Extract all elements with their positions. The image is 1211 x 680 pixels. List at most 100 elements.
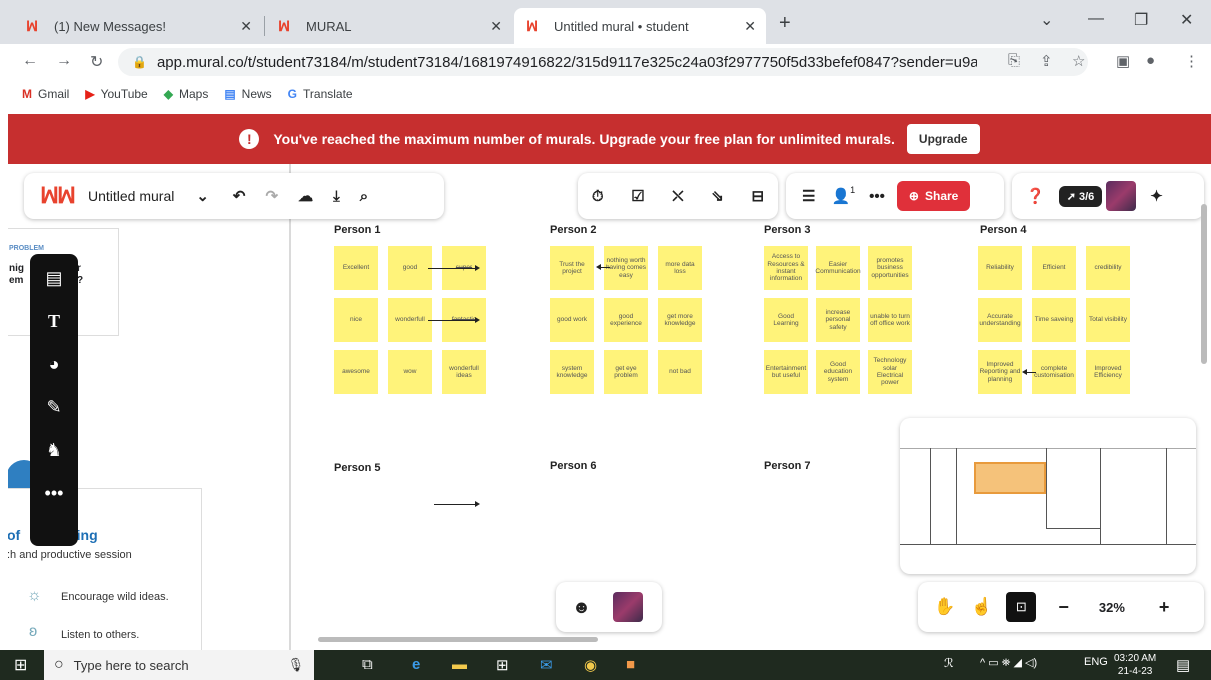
sticky-note[interactable]: credibility: [1086, 246, 1130, 290]
zoom-in-icon[interactable]: +: [1159, 597, 1170, 618]
clock[interactable]: 03:20 AM 21-4-23: [1114, 652, 1156, 678]
sticky-note[interactable]: Easier Communication: [815, 246, 861, 290]
sparkle-icon[interactable]: ✦: [1150, 187, 1163, 205]
download-icon[interactable]: ⤓: [333, 188, 340, 205]
bookmark-translate[interactable]: G Translate: [288, 87, 353, 101]
bookmark-gmail[interactable]: M Gmail: [22, 87, 69, 101]
edge-icon[interactable]: e: [412, 656, 420, 673]
vertical-scrollbar[interactable]: [1201, 204, 1207, 364]
lock-icon[interactable]: ⊟: [752, 187, 765, 205]
sticky-note[interactable]: good: [388, 246, 432, 290]
share-page-icon[interactable]: ⇪: [1040, 52, 1053, 70]
windows-start-icon[interactable]: ⊞: [14, 655, 27, 675]
mural-canvas[interactable]: PROBLEM nig em r ? oforming :h and produ…: [8, 164, 1211, 650]
sticky-note[interactable]: not bad: [658, 350, 702, 394]
sticky-note[interactable]: Total visibility: [1086, 298, 1130, 342]
sticky-note[interactable]: nice: [334, 298, 378, 342]
forward-icon[interactable]: →: [56, 52, 72, 70]
system-tray-icons[interactable]: ^ ▭ ⛯ ◢ ◁): [980, 656, 1037, 670]
more-tools-icon[interactable]: •••: [45, 483, 64, 504]
task-view-icon[interactable]: ⧉: [362, 656, 373, 673]
mail-icon[interactable]: ✉: [540, 656, 553, 674]
map-icon[interactable]: ⊡: [1006, 592, 1037, 622]
file-explorer-icon[interactable]: ▬: [452, 656, 467, 673]
chevron-down-icon[interactable]: ⌄: [196, 187, 209, 205]
sticky-note[interactable]: Efficient: [1032, 246, 1076, 290]
install-icon[interactable]: ⎘: [1008, 52, 1020, 69]
connector-arrow[interactable]: [428, 317, 480, 323]
microphone-icon[interactable]: 🎙: [287, 657, 304, 673]
app-icon[interactable]: ■: [626, 656, 635, 673]
share-button[interactable]: ⊕ Share: [896, 181, 971, 211]
members-icon[interactable]: 👤: [831, 187, 850, 205]
reload-icon[interactable]: ↻: [90, 52, 103, 72]
sticky-note[interactable]: Improved Reporting and planning: [978, 350, 1022, 394]
redo-icon[interactable]: ↷: [266, 187, 279, 205]
bookmark-maps[interactable]: ◆ Maps: [164, 87, 209, 101]
llama-icon[interactable]: ♞: [46, 440, 62, 461]
tab-mural[interactable]: ꟽ MURAL ✕: [266, 8, 512, 44]
private-mode-icon[interactable]: ⛌: [672, 188, 683, 205]
pencil-icon[interactable]: ✎: [46, 397, 61, 418]
mural-logo-icon[interactable]: ꟽꟽ: [40, 183, 76, 209]
zoom-level[interactable]: 32%: [1099, 600, 1125, 615]
new-tab-icon[interactable]: +: [779, 12, 791, 35]
search-icon[interactable]: ⌕: [360, 188, 368, 205]
sticky-note[interactable]: Good Learning: [764, 298, 808, 342]
connector-arrow[interactable]: [434, 501, 480, 507]
chevron-down-icon[interactable]: ⌄: [1040, 10, 1053, 30]
connector-arrow[interactable]: [428, 265, 480, 271]
sticky-note[interactable]: get more knowledge: [658, 298, 702, 342]
notification-icon[interactable]: ▤: [1176, 656, 1190, 674]
close-tab-icon[interactable]: ✕: [744, 18, 756, 35]
avatar[interactable]: [612, 592, 643, 622]
laser-pointer-icon[interactable]: ⇘: [711, 187, 724, 205]
select-hand-icon[interactable]: ☝: [971, 597, 992, 617]
close-tab-icon[interactable]: ✕: [240, 18, 252, 35]
bookmark-youtube[interactable]: ▶ YouTube: [85, 87, 147, 101]
sticky-note[interactable]: awesome: [334, 350, 378, 394]
sticky-note[interactable]: good work: [550, 298, 594, 342]
voting-icon[interactable]: ☑: [631, 187, 644, 205]
sticky-note[interactable]: Accurate understanding: [978, 298, 1022, 342]
sticky-note[interactable]: wonderfull ideas: [442, 350, 486, 394]
upgrade-button[interactable]: Upgrade: [906, 124, 980, 154]
chrome-icon[interactable]: ◉: [584, 656, 597, 674]
avatar[interactable]: [1106, 181, 1137, 211]
connector-arrow[interactable]: [596, 264, 610, 270]
language-indicator[interactable]: ENG: [1084, 656, 1108, 668]
cloud-sync-icon[interactable]: ☁: [298, 187, 313, 205]
sticky-note-icon[interactable]: ▤: [45, 268, 62, 289]
viewport-indicator[interactable]: [974, 462, 1046, 494]
text-tool-icon[interactable]: T: [48, 311, 60, 332]
tab-untitled-mural[interactable]: ꟽ Untitled mural • student ✕: [514, 8, 766, 44]
horizontal-scrollbar[interactable]: [318, 637, 598, 642]
back-icon[interactable]: ←: [22, 52, 38, 70]
undo-icon[interactable]: ↶: [233, 187, 246, 205]
collaborators-badge[interactable]: ➚ 3/6: [1058, 185, 1103, 207]
connector-arrow[interactable]: [1022, 369, 1036, 375]
emoji-icon[interactable]: ☻: [572, 597, 591, 618]
close-window-icon[interactable]: ✕: [1180, 10, 1193, 30]
sticky-note[interactable]: increase personal safety: [816, 298, 860, 342]
url-bar[interactable]: 🔒 app.mural.co/t/student73184/m/student7…: [118, 48, 1088, 76]
sticky-note[interactable]: Technology solar Electrical power: [868, 350, 912, 394]
side-panel-icon[interactable]: ▣: [1116, 52, 1130, 70]
sticky-note[interactable]: Trust the project: [550, 246, 594, 290]
close-tab-icon[interactable]: ✕: [490, 18, 502, 35]
menu-kebab-icon[interactable]: ⋮: [1184, 52, 1199, 70]
sticky-note[interactable]: good experience: [604, 298, 648, 342]
help-icon[interactable]: ❓: [1026, 187, 1045, 205]
bookmark-news[interactable]: ▤ News: [224, 87, 271, 101]
hand-pan-icon[interactable]: ✋: [934, 597, 955, 617]
sticky-note[interactable]: Excellent: [334, 246, 378, 290]
shapes-icon[interactable]: ◕: [49, 354, 60, 375]
minimize-icon[interactable]: —: [1088, 10, 1104, 28]
profile-icon[interactable]: ●: [1146, 52, 1155, 69]
mural-title[interactable]: Untitled mural: [88, 188, 174, 204]
sticky-note[interactable]: Access to Resources & instant informatio…: [764, 246, 808, 290]
more-icon[interactable]: •••: [869, 188, 885, 205]
sticky-note[interactable]: Entertainment but useful: [764, 350, 808, 394]
sticky-note[interactable]: wow: [388, 350, 432, 394]
sticky-note[interactable]: system knowledge: [550, 350, 594, 394]
